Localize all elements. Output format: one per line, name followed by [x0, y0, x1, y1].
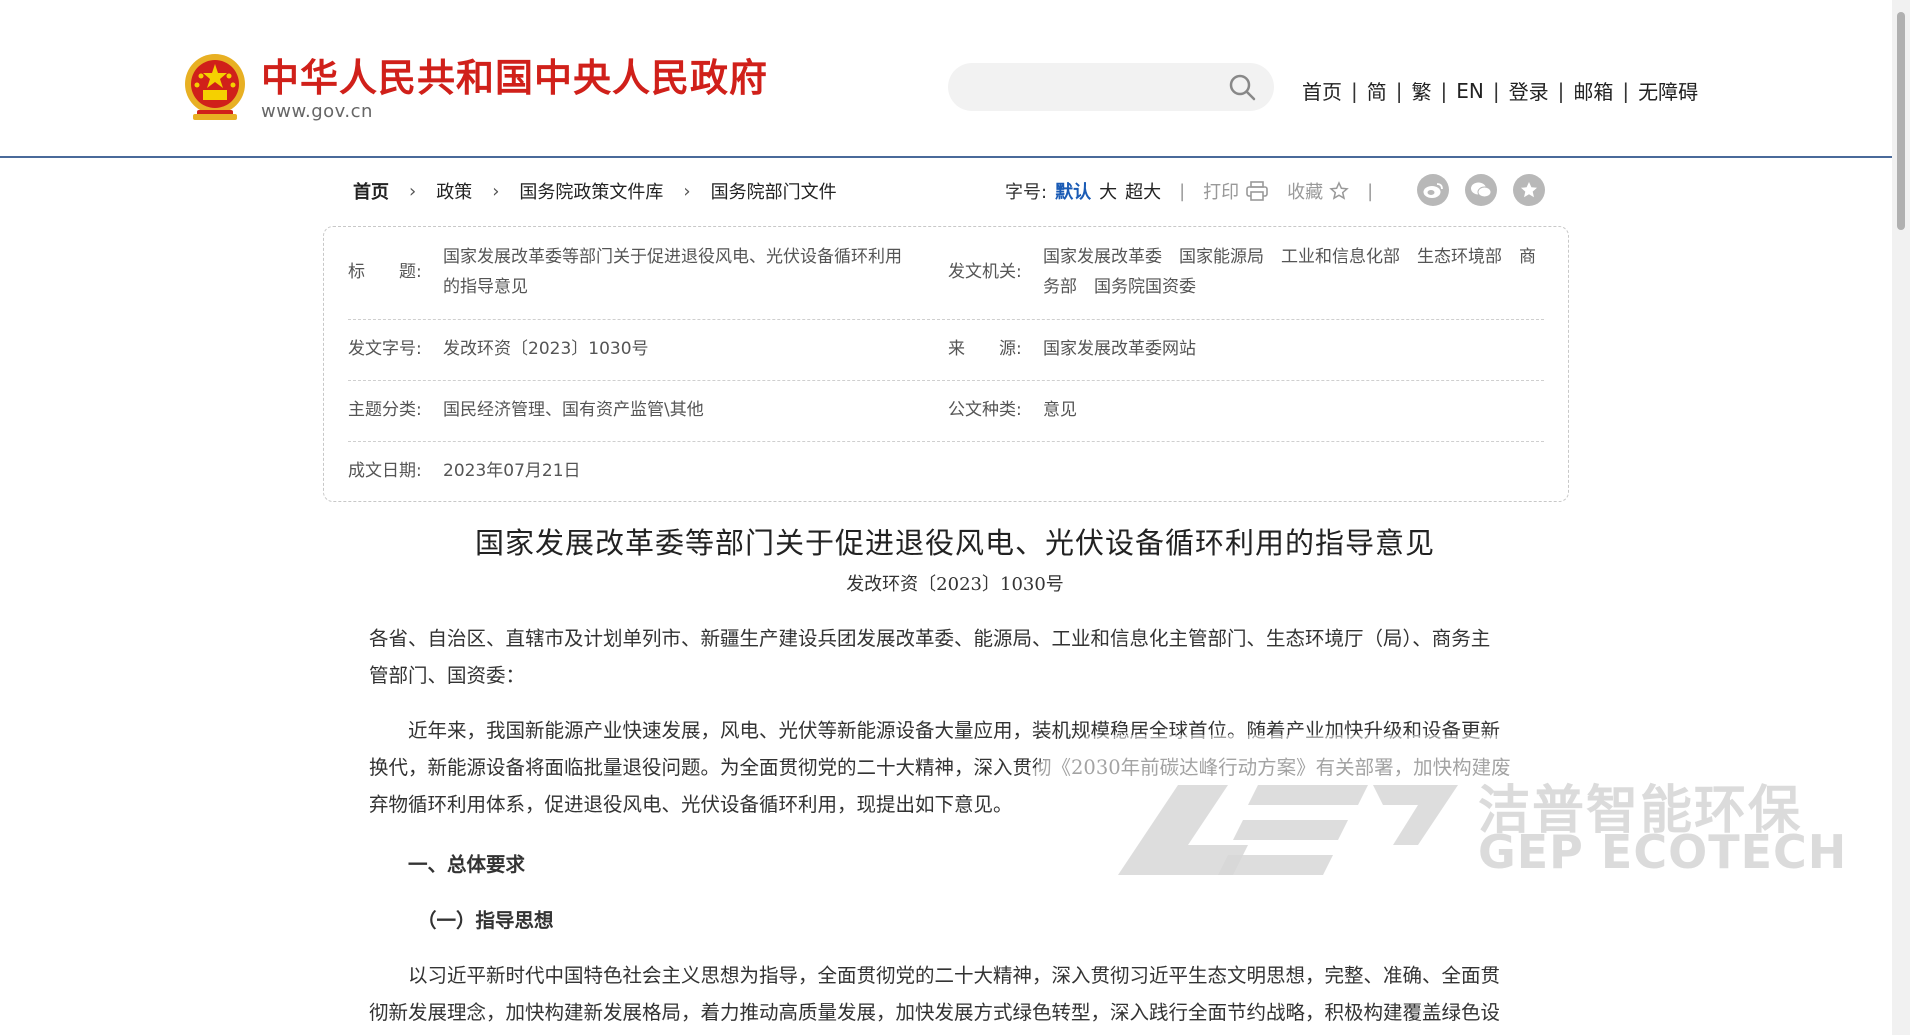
document-number: 发改环资〔2023〕1030号 [846, 574, 1064, 595]
nav-home[interactable]: 首页 [1293, 76, 1351, 105]
chevron-right-icon: › [683, 180, 691, 202]
paragraph-2-line2: 彻新发展理念，加快构建新发展格局，着力推动高质量发展，加快发展方式绿色转型，深入… [369, 1001, 1501, 1024]
meta-source-value: 国家发展改革委网站 [1043, 339, 1196, 359]
print-button[interactable]: 打印 [1203, 178, 1269, 204]
breadcrumb-policy-library[interactable]: 国务院政策文件库 [519, 178, 663, 204]
font-size-default[interactable]: 默认 [1055, 178, 1091, 204]
nav-mail[interactable]: 邮箱 [1564, 76, 1622, 105]
chevron-right-icon: › [409, 180, 417, 202]
addressee-line1: 各省、自治区、直辖市及计划单列市、新疆生产建设兵团发展改革委、能源局、工业和信息… [369, 627, 1491, 650]
meta-source-key: 来 源: [948, 339, 1022, 359]
star-outline-icon [1329, 181, 1349, 200]
star-glyph-icon [1521, 182, 1537, 198]
section-heading-1: 一、总体要求 [408, 853, 526, 876]
font-size-label: 字号: [1005, 182, 1048, 203]
weibo-glyph-icon [1423, 183, 1443, 198]
site-logo[interactable]: 中华人民共和国中央人民政府 www.gov.cn [183, 52, 768, 124]
wechat-icon[interactable] [1465, 174, 1497, 206]
nav-separator: | [1395, 78, 1403, 103]
meta-title-key: 标 题: [348, 262, 422, 282]
nav-separator: | [1492, 78, 1500, 103]
meta-date-value: 2023年07月21日 [443, 461, 581, 481]
site-name: 中华人民共和国中央人民政府 [261, 55, 769, 100]
printer-icon [1246, 181, 1268, 201]
meta-issuer-value-line2: 务部 国务院国资委 [1043, 277, 1196, 297]
favorite-button[interactable]: 收藏 [1287, 178, 1349, 204]
meta-type-value: 意见 [1043, 400, 1077, 420]
tools-divider: | [1179, 180, 1186, 202]
national-emblem-icon [185, 54, 245, 120]
nav-traditional[interactable]: 繁 [1403, 76, 1441, 105]
meta-docno-value: 发改环资〔2023〕1030号 [443, 339, 649, 359]
meta-type-key: 公文种类: [948, 400, 1022, 420]
meta-issuer-value-line1: 国家发展改革委 国家能源局 工业和信息化部 生态环境部 商 [1043, 247, 1536, 267]
top-nav: 首页 | 简 | 繁 | EN | 登录 | 邮箱 | 无障碍 [1293, 76, 1707, 105]
star-icon[interactable] [1513, 174, 1545, 206]
chevron-right-icon: › [492, 180, 500, 202]
gep-watermark-logo-icon [1118, 785, 1458, 875]
scrollbar-thumb[interactable] [1897, 12, 1905, 230]
meta-row-docno: 发文字号: 发改环资〔2023〕1030号 来 源: 国家发展改革委网站 [348, 319, 1544, 381]
tools-divider: | [1367, 180, 1374, 202]
page-scrollbar[interactable] [1892, 0, 1910, 1035]
nav-separator: | [1440, 78, 1448, 103]
print-label: 打印 [1203, 182, 1240, 203]
watermark-en-text: GEP ECOTECH [1478, 825, 1848, 879]
search-icon[interactable] [1228, 73, 1256, 101]
nav-separator: | [1351, 78, 1358, 103]
breadcrumb-department-docs[interactable]: 国务院部门文件 [711, 178, 837, 204]
nav-separator: | [1557, 78, 1565, 103]
paragraph-2-line1: 以习近平新时代中国特色社会主义思想为指导，全面贯彻党的二十大精神，深入贯彻习近平… [408, 964, 1501, 987]
weibo-icon[interactable] [1417, 174, 1449, 206]
nav-english[interactable]: EN [1447, 79, 1493, 103]
addressee-line2: 管部门、国资委： [369, 664, 526, 687]
breadcrumb-policy[interactable]: 政策 [436, 178, 472, 204]
meta-topic-value: 国民经济管理、国有资产监管\其他 [443, 400, 704, 420]
nav-separator: | [1622, 78, 1630, 103]
favorite-label: 收藏 [1287, 182, 1324, 203]
meta-title-value-line2: 的指导意见 [443, 277, 528, 297]
breadcrumb-home[interactable]: 首页 [353, 178, 389, 204]
breadcrumb: 首页 › 政策 › 国务院政策文件库 › 国务院部门文件 [353, 178, 837, 204]
meta-row-date: 成文日期: 2023年07月21日 [348, 441, 1544, 501]
font-size-large[interactable]: 大 [1099, 178, 1117, 204]
nav-simplified[interactable]: 简 [1358, 76, 1396, 105]
site-url: www.gov.cn [261, 100, 373, 122]
nav-accessibility[interactable]: 无障碍 [1629, 76, 1707, 105]
site-header: 中华人民共和国中央人民政府 www.gov.cn 首页 | 简 | 繁 | EN | 登… [0, 0, 1892, 158]
search-input[interactable] [948, 63, 1274, 111]
meta-row-topic: 主题分类: 国民经济管理、国有资产监管\其他 公文种类: 意见 [348, 380, 1544, 442]
document-meta-table: 标 题: 国家发展改革委等部门关于促进退役风电、光伏设备循环利用 的指导意见 发… [323, 226, 1569, 502]
font-size-xlarge[interactable]: 超大 [1125, 178, 1161, 204]
wechat-glyph-icon [1471, 182, 1492, 198]
meta-issuer-key: 发文机关: [948, 262, 1022, 282]
meta-docno-key: 发文字号: [348, 339, 422, 359]
section-heading-1-1: （一）指导思想 [417, 909, 554, 932]
meta-date-key: 成文日期: [348, 461, 422, 481]
meta-topic-key: 主题分类: [348, 400, 422, 420]
document-title: 国家发展改革委等部门关于促进退役风电、光伏设备循环利用的指导意见 [474, 526, 1435, 560]
meta-row-title: 标 题: 国家发展改革委等部门关于促进退役风电、光伏设备循环利用 的指导意见 发… [348, 227, 1544, 320]
article-tools: 字号: 默认 大 超大 | 打印 收藏 | [1005, 178, 1391, 204]
meta-title-value-line1: 国家发展改革委等部门关于促进退役风电、光伏设备循环利用 [443, 247, 902, 267]
nav-login[interactable]: 登录 [1500, 76, 1558, 105]
